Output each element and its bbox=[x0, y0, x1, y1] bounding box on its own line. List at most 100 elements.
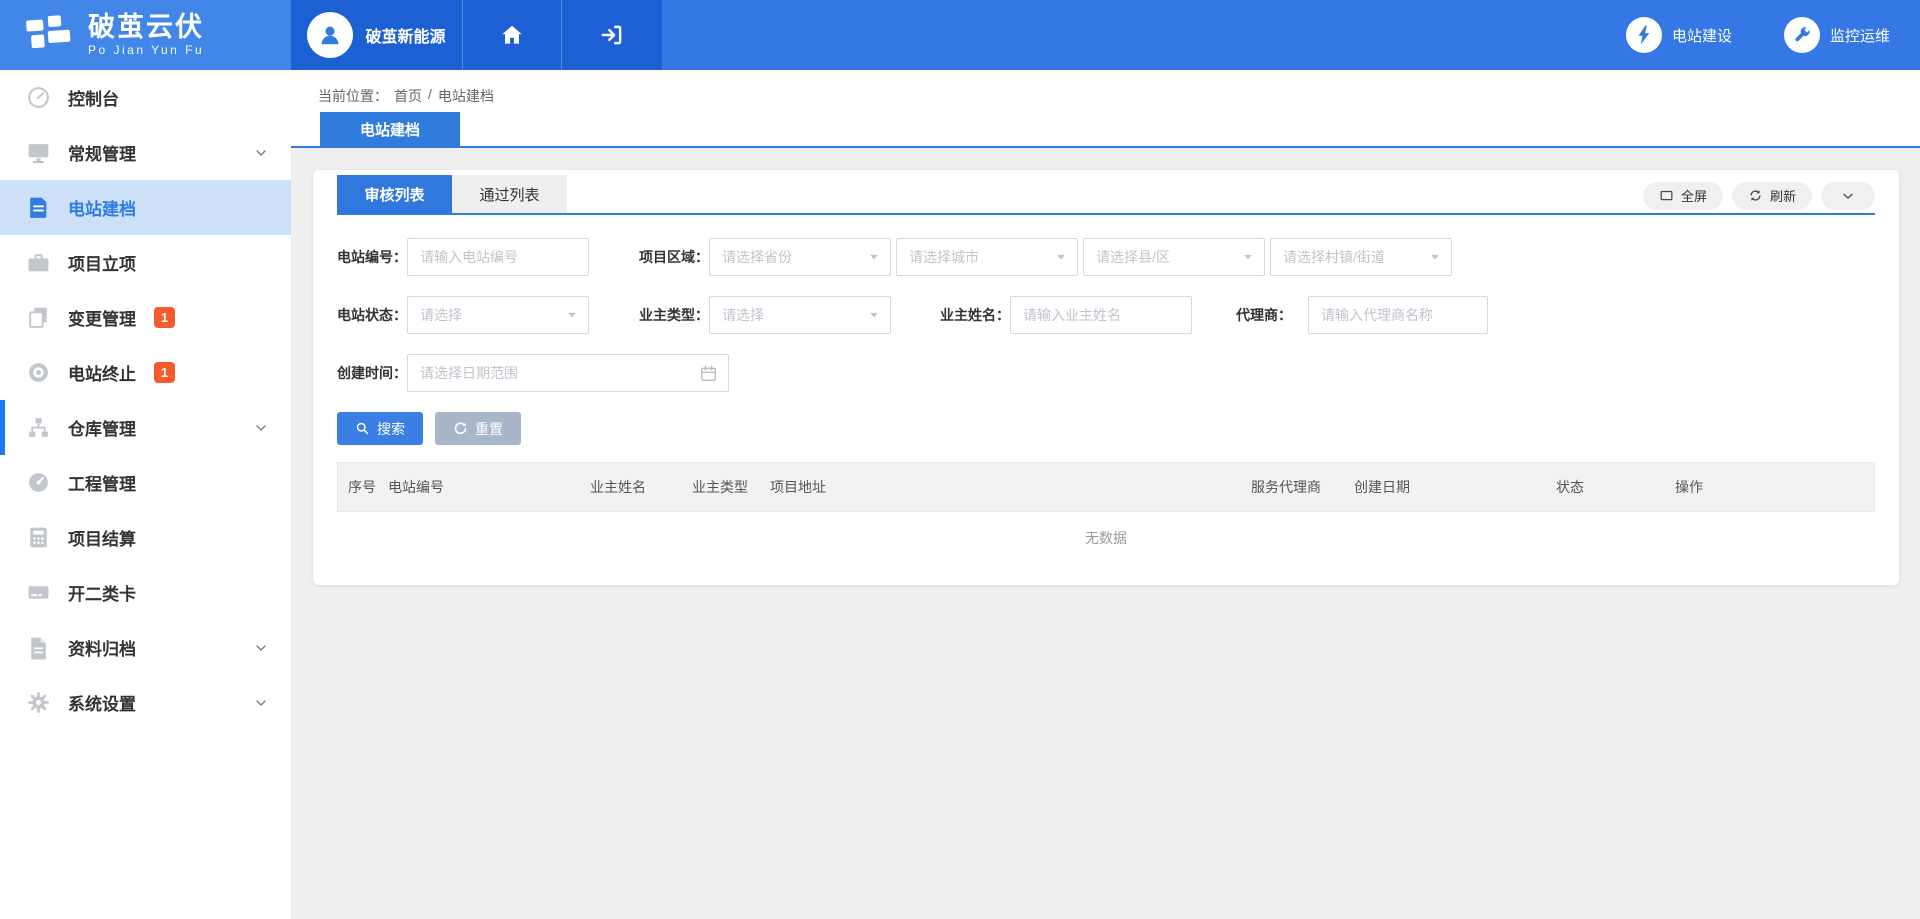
panel-card: 审核列表 通过列表 全屏 刷新 bbox=[313, 170, 1899, 585]
owner-name-label: 业主姓名： bbox=[940, 305, 1010, 325]
caret-down-icon bbox=[565, 308, 579, 322]
sidebar-item-project-settlement[interactable]: 项目结算 bbox=[0, 510, 291, 565]
caret-down-icon bbox=[867, 250, 881, 264]
sidebar-item-label: 电站建档 bbox=[68, 195, 136, 220]
nav-monitor-ops[interactable]: 监控运维 bbox=[1784, 17, 1890, 53]
province-select[interactable]: 请选择省份 bbox=[709, 238, 891, 276]
avatar[interactable] bbox=[307, 12, 353, 58]
sidebar-item-label: 控制台 bbox=[68, 85, 119, 110]
panel-header: 审核列表 通过列表 全屏 刷新 bbox=[337, 170, 1875, 215]
nav-station-build[interactable]: 电站建设 bbox=[1626, 17, 1732, 53]
sidebar-item-label: 开二类卡 bbox=[68, 580, 136, 605]
company-name[interactable]: 破茧新能源 bbox=[365, 23, 445, 47]
station-termination-badge: 1 bbox=[154, 362, 175, 383]
breadcrumb-bar: 当前位置： 首页 / 电站建档 电站建档 bbox=[291, 70, 1920, 148]
home-button[interactable] bbox=[462, 0, 561, 70]
sidebar-item-warehouse-mgmt[interactable]: 仓库管理 bbox=[0, 400, 291, 455]
archive-file-icon bbox=[26, 635, 51, 660]
brand-logo: 破茧云伏 Po Jian Yun Fu bbox=[0, 0, 291, 70]
bolt-icon bbox=[1626, 17, 1662, 53]
wrench-icon bbox=[1784, 17, 1820, 53]
results-table: 序号 电站编号 业主姓名 业主类型 项目地址 服务代理商 创建日期 状态 操作 … bbox=[337, 462, 1875, 564]
chevron-down-icon bbox=[253, 695, 269, 711]
owner-name-input[interactable] bbox=[1010, 296, 1192, 334]
calendar-icon bbox=[699, 364, 718, 383]
user-menu[interactable]: 破茧新能源 bbox=[291, 0, 462, 70]
sidebar-item-data-archive[interactable]: 资料归档 bbox=[0, 620, 291, 675]
sidebar-item-project-initiation[interactable]: 项目立项 bbox=[0, 235, 291, 290]
sidebar-item-label: 项目结算 bbox=[68, 525, 136, 550]
city-select[interactable]: 请选择城市 bbox=[896, 238, 1078, 276]
col-actions: 操作 bbox=[1675, 477, 1874, 497]
province-placeholder: 请选择省份 bbox=[722, 247, 792, 267]
reset-label: 重置 bbox=[475, 419, 503, 439]
tab-passed-list[interactable]: 通过列表 bbox=[452, 175, 567, 213]
date-range-field[interactable] bbox=[408, 355, 699, 391]
sidebar: 控制台 常规管理 电站建档 项目立项 变更管理 1 bbox=[0, 70, 291, 919]
sidebar-item-change-mgmt[interactable]: 变更管理 1 bbox=[0, 290, 291, 345]
col-service-agent: 服务代理商 bbox=[1251, 477, 1354, 497]
panel-toolbar: 全屏 刷新 bbox=[1643, 178, 1875, 213]
col-station-no: 电站编号 bbox=[388, 477, 590, 497]
user-icon bbox=[317, 22, 343, 48]
sidebar-item-system-settings[interactable]: 系统设置 bbox=[0, 675, 291, 730]
reset-button[interactable]: 重置 bbox=[435, 412, 521, 445]
county-select[interactable]: 请选择县/区 bbox=[1083, 238, 1265, 276]
speedometer-icon bbox=[26, 470, 51, 495]
station-no-input[interactable] bbox=[407, 238, 589, 276]
breadcrumb-current: 电站建档 bbox=[438, 86, 494, 106]
brand-title: 破茧云伏 bbox=[88, 13, 204, 41]
document-icon bbox=[26, 195, 51, 220]
sidebar-item-general-mgmt[interactable]: 常规管理 bbox=[0, 125, 291, 180]
owner-type-select[interactable]: 请选择 bbox=[709, 296, 891, 334]
col-owner-name: 业主姓名 bbox=[590, 477, 692, 497]
gear-icon bbox=[26, 690, 51, 715]
fullscreen-label: 全屏 bbox=[1681, 186, 1707, 205]
collapse-button[interactable] bbox=[1821, 182, 1875, 210]
tab-review-list[interactable]: 审核列表 bbox=[337, 175, 452, 213]
refresh-button[interactable]: 刷新 bbox=[1732, 182, 1812, 210]
calculator-icon bbox=[26, 525, 51, 550]
sidebar-item-station-termination[interactable]: 电站终止 1 bbox=[0, 345, 291, 400]
agent-input[interactable] bbox=[1308, 296, 1488, 334]
date-range-input[interactable] bbox=[407, 354, 729, 392]
breadcrumb-home[interactable]: 首页 bbox=[394, 86, 422, 106]
create-time-label: 创建时间： bbox=[337, 363, 407, 383]
sidebar-item-label: 仓库管理 bbox=[68, 415, 136, 440]
reset-icon bbox=[453, 421, 468, 436]
town-placeholder: 请选择村镇/街道 bbox=[1283, 247, 1385, 267]
sidebar-item-label: 系统设置 bbox=[68, 690, 136, 715]
caret-down-icon bbox=[867, 308, 881, 322]
station-status-select[interactable]: 请选择 bbox=[407, 296, 589, 334]
region-label: 项目区域： bbox=[639, 247, 709, 267]
panel-tabs: 审核列表 通过列表 bbox=[337, 175, 567, 213]
refresh-icon bbox=[1748, 188, 1763, 203]
fullscreen-button[interactable]: 全屏 bbox=[1643, 182, 1723, 210]
sidebar-item-engineering-mgmt[interactable]: 工程管理 bbox=[0, 455, 291, 510]
sitemap-icon bbox=[26, 415, 51, 440]
filter-row-1: 电站编号： 项目区域： 请选择省份 请选择城市 请选择县/区 请选择村镇/街道 bbox=[337, 238, 1875, 276]
home-icon bbox=[499, 22, 525, 48]
chevron-down-icon bbox=[253, 145, 269, 161]
page-tab-station-filing[interactable]: 电站建档 bbox=[320, 112, 460, 146]
chevron-down-icon bbox=[253, 640, 269, 656]
breadcrumb-prefix: 当前位置： bbox=[318, 86, 388, 106]
monitor-icon bbox=[26, 140, 51, 165]
nav-monitor-ops-label: 监控运维 bbox=[1830, 25, 1890, 46]
filter-row-3: 创建时间： bbox=[337, 354, 1875, 392]
sidebar-item-station-filing[interactable]: 电站建档 bbox=[0, 180, 291, 235]
sidebar-item-console[interactable]: 控制台 bbox=[0, 70, 291, 125]
refresh-label: 刷新 bbox=[1770, 186, 1796, 205]
active-route-indicator bbox=[0, 400, 5, 455]
station-status-placeholder: 请选择 bbox=[420, 305, 462, 325]
header-bar: 破茧新能源 电站建设 bbox=[291, 0, 1920, 70]
col-owner-type: 业主类型 bbox=[692, 477, 770, 497]
sidebar-item-label: 电站终止 bbox=[68, 360, 136, 385]
logout-button[interactable] bbox=[561, 0, 662, 70]
sidebar-item-open-type2-card[interactable]: 开二类卡 bbox=[0, 565, 291, 620]
owner-type-placeholder: 请选择 bbox=[722, 305, 764, 325]
search-button[interactable]: 搜索 bbox=[337, 412, 423, 445]
brand-logo-icon bbox=[24, 13, 76, 57]
search-label: 搜索 bbox=[377, 419, 405, 439]
town-select[interactable]: 请选择村镇/街道 bbox=[1270, 238, 1452, 276]
